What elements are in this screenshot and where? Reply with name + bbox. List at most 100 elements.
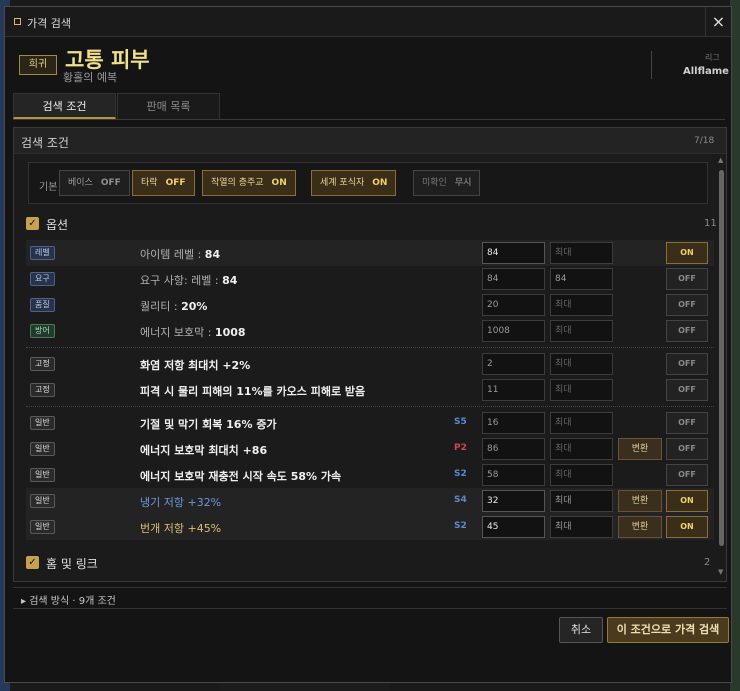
toggle-button[interactable]: OFF <box>666 379 708 401</box>
row-tag: 일반 <box>30 520 55 534</box>
min-input[interactable]: 16 <box>482 412 545 434</box>
convert-button[interactable]: 변환 <box>618 490 662 512</box>
row-tag: 방어 <box>30 324 55 338</box>
chip-influence-eater[interactable]: 세계 포식자 ON <box>311 170 397 196</box>
checkbox-icon[interactable]: ✓ <box>26 217 39 230</box>
row-tag: 고정 <box>30 357 55 371</box>
tab-bar: 검색 조건 판매 목록 <box>13 93 725 120</box>
min-input[interactable]: 11 <box>482 379 545 401</box>
max-input[interactable]: 84 <box>550 268 613 290</box>
section-label: 홈 및 링크 <box>46 557 98 571</box>
row-tag: 일반 <box>30 442 55 456</box>
row-label: 화염 저항 최대치 +2% <box>140 359 251 372</box>
window-icon <box>14 18 21 25</box>
max-input[interactable]: 최대 <box>550 379 613 401</box>
max-input[interactable]: 최대 <box>550 242 613 264</box>
row-tag: 품질 <box>30 298 55 312</box>
filter-row: 고정 피격 시 물리 피해의 11%를 카오스 피해로 받음 11 최대 OFF <box>26 377 714 403</box>
scrollbar-thumb[interactable] <box>719 170 724 546</box>
row-tag: 일반 <box>30 468 55 482</box>
chip-state: 무시 <box>454 178 472 188</box>
section-count: 2 <box>704 557 711 568</box>
chip-label: 미확인 <box>422 178 447 188</box>
min-input[interactable]: 58 <box>482 464 545 486</box>
divider <box>26 406 714 407</box>
row-label: 퀄리티 : 20% <box>140 298 207 314</box>
title-bar[interactable]: 가격 검색 × <box>5 7 731 37</box>
toggle-button[interactable]: OFF <box>666 294 708 316</box>
tier-badge: P2 <box>454 443 467 453</box>
chip-unidentified[interactable]: 미확인 무시 <box>413 170 481 196</box>
chip-state: OFF <box>100 178 121 188</box>
tab-search-conditions[interactable]: 검색 조건 <box>13 93 116 119</box>
divider <box>26 347 714 348</box>
scroll-up-icon[interactable]: ▲ <box>718 156 723 164</box>
price-search-window: 가격 검색 × 희귀 고통 피부 황홀의 예복 리그 Allflame 검색 조… <box>4 6 732 683</box>
row-label: 에너지 보호막 : 1008 <box>140 324 246 340</box>
toggle-button[interactable]: ON <box>666 516 708 538</box>
min-input[interactable]: 86 <box>482 438 545 460</box>
chip-base[interactable]: 베이스 OFF <box>59 170 130 196</box>
cancel-button[interactable]: 취소 <box>559 617 603 643</box>
min-input[interactable]: 84 <box>482 268 545 290</box>
tab-listings[interactable]: 판매 목록 <box>117 93 220 119</box>
tier-badge: S4 <box>454 495 467 505</box>
row-label-text: 에너지 보호막 : <box>140 326 215 339</box>
min-input[interactable]: 1008 <box>482 320 545 342</box>
conditions-panel: 검색 조건 7/18 기본 베이스 OFF 타락 OFF 작열의 층주교 ON 세계 … <box>13 127 727 582</box>
filter-row: 레벨 아이템 레벨 : 84 84 최대 ON <box>26 240 714 266</box>
filter-row: 방어 에너지 보호막 : 1008 1008 최대 OFF <box>26 318 714 344</box>
min-input[interactable]: 45 <box>482 516 545 538</box>
row-label-text: 퀄리티 : <box>140 300 182 313</box>
chip-corrupted[interactable]: 타락 OFF <box>132 170 195 196</box>
chip-label: 베이스 <box>68 178 93 188</box>
min-input[interactable]: 32 <box>482 490 545 512</box>
filter-row: 일반 냉기 저항 +32% S4 32 최대 변환 ON <box>26 488 714 514</box>
search-method-expander[interactable]: ▸ 검색 방식 · 9개 조건 <box>13 587 727 609</box>
max-input[interactable]: 최대 <box>550 353 613 375</box>
tier-badge: S2 <box>454 521 467 531</box>
max-input[interactable]: 최대 <box>550 294 613 316</box>
toggle-button[interactable]: ON <box>666 490 708 512</box>
rarity-badge: 희귀 <box>19 55 57 75</box>
row-label-value: 84 <box>222 274 238 287</box>
options-section-header[interactable]: ✓ 옵션 11 <box>26 214 717 234</box>
min-input[interactable]: 2 <box>482 353 545 375</box>
row-label-text: 요구 사항: 레벨 : <box>140 274 223 287</box>
scrollbar[interactable]: ▲ ▼ <box>718 156 726 580</box>
toggle-button[interactable]: OFF <box>666 268 708 290</box>
chip-influence-crusader[interactable]: 작열의 층주교 ON <box>202 170 296 196</box>
filter-row: 일반 기절 및 막기 회복 16% 증가 S5 16 최대 OFF <box>26 410 714 436</box>
condition-count: 7/18 <box>694 136 715 146</box>
min-input[interactable]: 84 <box>482 242 545 264</box>
row-label: 냉기 저항 +32% <box>140 496 222 509</box>
convert-button[interactable]: 변환 <box>618 438 662 460</box>
max-input[interactable]: 최대 <box>550 412 613 434</box>
max-input[interactable]: 최대 <box>550 516 613 538</box>
row-label: 피격 시 물리 피해의 11%를 카오스 피해로 받음 <box>140 385 366 398</box>
toggle-button[interactable]: OFF <box>666 464 708 486</box>
row-label-value: 84 <box>204 248 221 261</box>
toggle-button[interactable]: OFF <box>666 412 708 434</box>
max-input[interactable]: 최대 <box>550 438 613 460</box>
tier-badge: S2 <box>454 469 467 479</box>
toggle-button[interactable]: OFF <box>666 320 708 342</box>
divider <box>651 51 652 79</box>
max-input[interactable]: 최대 <box>550 320 613 342</box>
close-button[interactable]: × <box>705 7 731 37</box>
toggle-button[interactable]: OFF <box>666 353 708 375</box>
search-button[interactable]: 이 조건으로 가격 검색 <box>607 617 729 643</box>
row-tag: 일반 <box>30 416 55 430</box>
min-input[interactable]: 20 <box>482 294 545 316</box>
window-title: 가격 검색 <box>27 17 71 30</box>
convert-button[interactable]: 변환 <box>618 516 662 538</box>
max-input[interactable]: 최대 <box>550 464 613 486</box>
scroll-down-icon[interactable]: ▼ <box>718 568 723 576</box>
panel-title: 검색 조건 <box>21 136 69 150</box>
row-label-text: 아이템 레벨 : <box>140 248 205 261</box>
sockets-section-header[interactable]: ✓ 홈 및 링크 2 <box>26 553 716 573</box>
checkbox-icon[interactable]: ✓ <box>26 556 39 569</box>
max-input[interactable]: 최대 <box>550 490 613 512</box>
toggle-button[interactable]: OFF <box>666 438 708 460</box>
toggle-button[interactable]: ON <box>666 242 708 264</box>
